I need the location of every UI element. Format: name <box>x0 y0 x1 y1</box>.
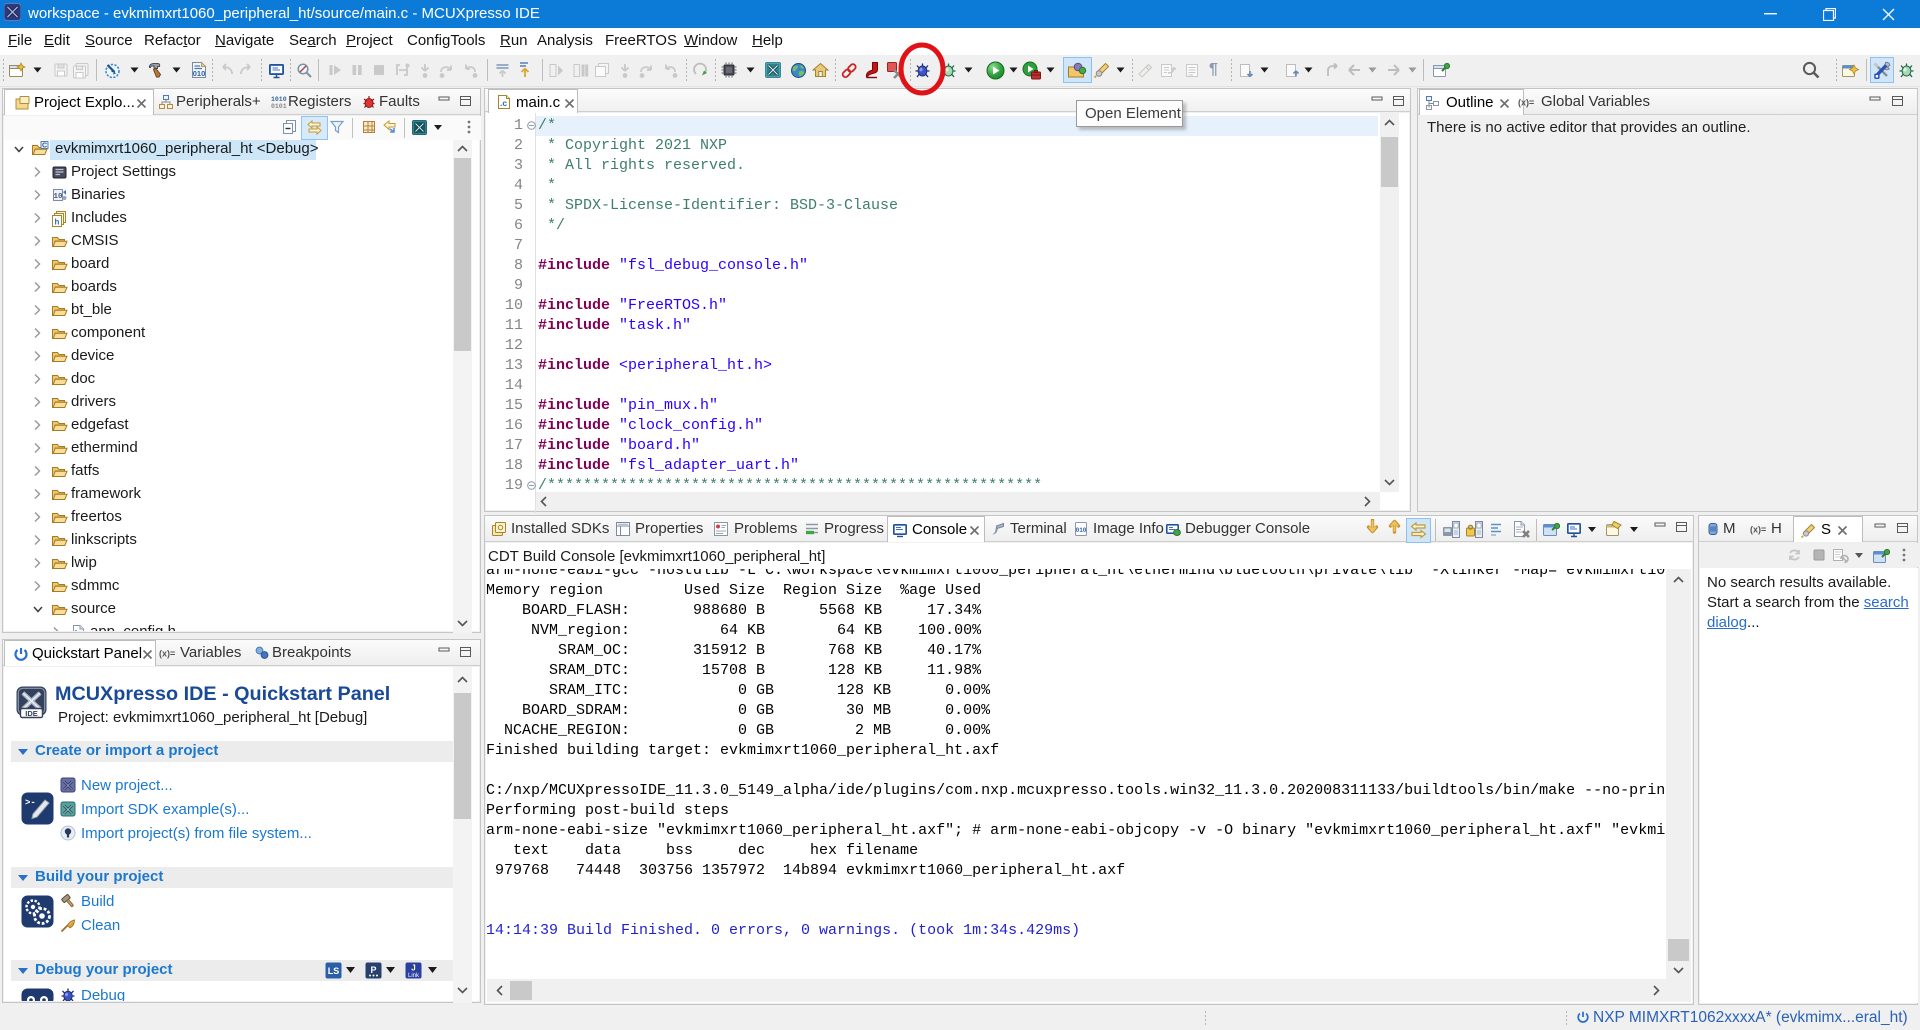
svg-text:P: P <box>370 965 376 975</box>
svg-text:J: J <box>411 964 415 973</box>
svg-text:(x)=: (x)= <box>1750 525 1766 535</box>
svg-text:1010: 1010 <box>271 96 287 103</box>
svg-text:LS: LS <box>328 966 340 976</box>
svg-text:.c: .c <box>500 98 507 108</box>
svg-text:IDE: IDE <box>25 709 38 718</box>
svg-text:(x)=: (x)= <box>1518 98 1534 108</box>
svg-text:010: 010 <box>193 69 206 78</box>
svg-text:(x)=: (x)= <box>159 649 175 659</box>
svg-text:0101: 0101 <box>271 103 287 110</box>
svg-text:010: 010 <box>1076 527 1087 534</box>
svg-text:Link: Link <box>408 973 420 979</box>
svg-text:>-: >- <box>25 798 36 808</box>
